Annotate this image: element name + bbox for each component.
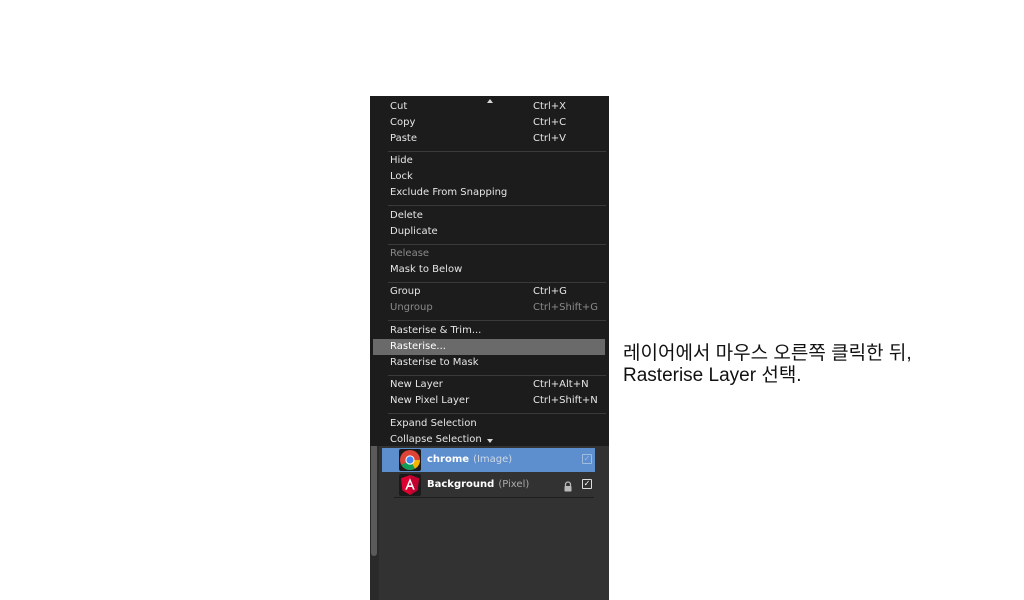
instruction-line-2: Rasterise Layer 선택.: [623, 365, 802, 386]
menu-item-group[interactable]: Group Ctrl+G: [373, 284, 605, 300]
menu-item-delete[interactable]: Delete: [373, 208, 605, 224]
angular-icon: [399, 474, 421, 496]
menu-item-hide[interactable]: Hide: [373, 153, 605, 169]
menu-separator: [388, 205, 606, 206]
menu-item-lock[interactable]: Lock: [373, 169, 605, 185]
instruction-line-1: 레이어에서 마우스 오른쪽 클릭한 뒤,: [623, 343, 912, 364]
menu-item-rasterise-and-trim[interactable]: Rasterise & Trim...: [373, 323, 605, 339]
menu-item-cut[interactable]: Cut Ctrl+X: [373, 99, 605, 115]
menu-item-mask-to-below[interactable]: Mask to Below: [373, 262, 605, 278]
layer-divider: [394, 497, 594, 498]
layer-name-chrome: chrome (Image): [427, 454, 513, 465]
menu-separator: [388, 375, 606, 376]
menu-item-duplicate[interactable]: Duplicate: [373, 224, 605, 240]
menu-separator: [388, 282, 606, 283]
instruction-caption: 레이어에서 마우스 오른쪽 클릭한 뒤, Rasterise Layer 선택.: [623, 343, 1013, 387]
menu-item-exclude-from-snapping[interactable]: Exclude From Snapping: [373, 185, 605, 201]
menu-item-rasterise[interactable]: Rasterise...: [373, 339, 605, 355]
menu-item-rasterise-to-mask[interactable]: Rasterise to Mask: [373, 355, 605, 371]
layer-row-chrome[interactable]: chrome (Image) ✓: [382, 448, 595, 472]
menu-item-expand-selection[interactable]: Expand Selection: [373, 416, 605, 432]
menu-item-new-pixel-layer[interactable]: New Pixel Layer Ctrl+Shift+N: [373, 393, 605, 409]
menu-separator: [388, 151, 606, 152]
menu-item-copy[interactable]: Copy Ctrl+C: [373, 115, 605, 131]
menu-separator: [388, 320, 606, 321]
menu-item-ungroup: Ungroup Ctrl+Shift+G: [390, 302, 599, 313]
menu-separator: [388, 413, 606, 414]
layer-row-background[interactable]: Background (Pixel) ✓: [382, 473, 595, 497]
menu-separator: [388, 244, 606, 245]
menu-scroll-down-arrow[interactable]: [487, 439, 493, 443]
menu-item-new-layer[interactable]: New Layer Ctrl+Alt+N: [373, 377, 605, 393]
menu-item-paste[interactable]: Paste Ctrl+V: [373, 131, 605, 147]
lock-icon[interactable]: [563, 479, 573, 492]
layer-context-menu: Cut Ctrl+X Copy Ctrl+C Paste Ctrl+V Hide…: [370, 96, 609, 446]
layers-panel: Cut Ctrl+X Copy Ctrl+C Paste Ctrl+V Hide…: [370, 96, 609, 600]
layer-name-background: Background (Pixel): [427, 479, 530, 490]
menu-item-release: Release: [390, 248, 430, 259]
chrome-icon: [399, 449, 421, 471]
layer-visibility-checkbox[interactable]: ✓: [582, 479, 592, 489]
layer-visibility-checkbox[interactable]: ✓: [582, 454, 592, 464]
